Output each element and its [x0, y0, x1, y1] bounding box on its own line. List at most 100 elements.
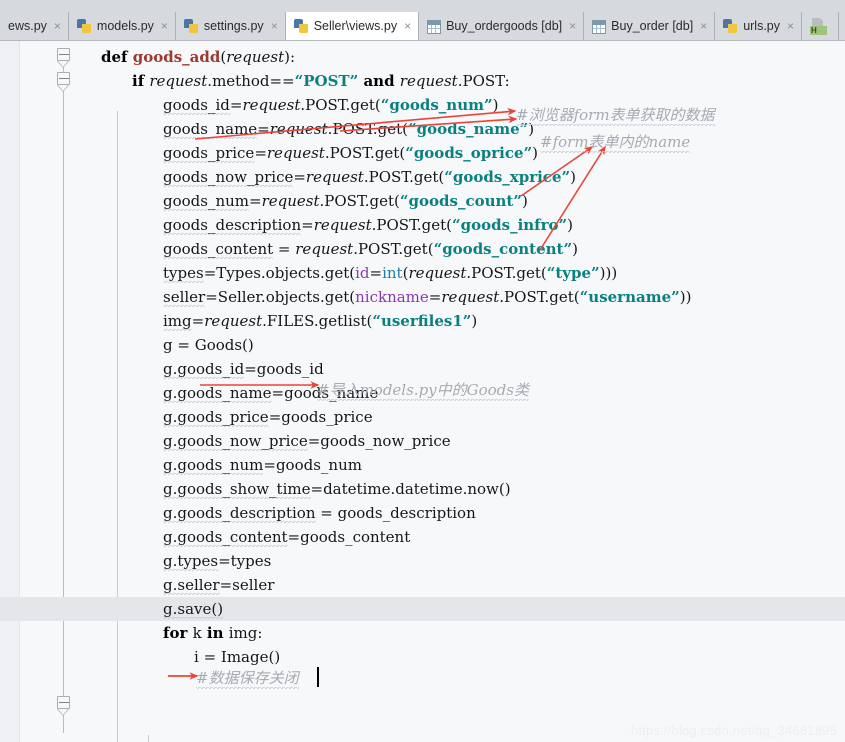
code-line[interactable]: g.goods_now_price=goods_now_price: [163, 429, 451, 453]
code-token: =datetime.datetime.now(): [310, 480, 511, 498]
close-icon[interactable]: ×: [404, 20, 411, 32]
code-token: ): [572, 240, 578, 258]
code-line[interactable]: g = Goods(): [163, 333, 254, 357]
code-line[interactable]: goods_name=request.POST.get(“goods_name”…: [163, 117, 534, 141]
code-token: seller: [163, 288, 206, 307]
code-token: =goods_now_price: [307, 432, 451, 450]
code-token: for: [163, 624, 193, 642]
text-caret: [317, 667, 319, 687]
code-token: def: [101, 48, 133, 66]
code-line[interactable]: g.goods_price=goods_price: [163, 405, 373, 429]
editor-tab-bar: ews.py × models.py × settings.py × Seller\view…: [0, 0, 845, 41]
code-token: “username”: [579, 288, 680, 306]
code-token: ):: [284, 48, 296, 66]
code-line[interactable]: g.goods_description = goods_description: [163, 501, 476, 525]
close-icon[interactable]: ×: [271, 20, 278, 32]
python-file-icon: [293, 18, 309, 34]
code-token: “goods_infro”: [452, 216, 568, 234]
code-token: img:: [228, 624, 263, 642]
code-token: “userfiles1”: [372, 312, 472, 330]
code-line[interactable]: g.save(): [163, 597, 224, 621]
code-token: g.seller: [163, 576, 220, 595]
code-line[interactable]: g.types=types: [163, 549, 271, 573]
code-token: “goods_oprice”: [405, 144, 533, 162]
editor-tab-settings-py[interactable]: settings.py ×: [175, 12, 286, 40]
python-file-icon: [723, 18, 738, 34]
editor-tab-seller-views-py[interactable]: Seller\views.py ×: [285, 12, 420, 40]
code-token: g.goods_num: [163, 456, 264, 475]
code-line[interactable]: g.goods_id=goods_id: [163, 357, 324, 381]
editor-tab-buy_ordergoods-db-[interactable]: Buy_ordergoods [db] ×: [419, 12, 585, 40]
code-line[interactable]: g.goods_num=goods_num: [163, 453, 362, 477]
editor-tab-label: Buy_order [db]: [611, 19, 694, 33]
code-line[interactable]: g.goods_content=goods_content: [163, 525, 410, 549]
close-icon[interactable]: ×: [787, 20, 794, 32]
code-token: g.goods_name: [163, 384, 272, 403]
code-token: ): [570, 168, 576, 186]
close-icon[interactable]: ×: [54, 20, 61, 32]
code-token: =: [229, 96, 243, 114]
code-token: =goods_id: [244, 360, 324, 378]
code-line[interactable]: img=request.FILES.getlist(“userfiles1”): [163, 309, 477, 333]
python-file-icon: [183, 18, 199, 34]
code-line[interactable]: goods_price=request.POST.get(“goods_opri…: [163, 141, 538, 165]
code-token: goods_price: [163, 144, 255, 163]
code-token: )): [679, 288, 692, 306]
editor-tab-models-py[interactable]: models.py ×: [68, 12, 176, 40]
code-token: =: [293, 168, 306, 186]
code-token: request: [242, 96, 301, 114]
code-line[interactable]: goods_content = request.POST.get(“goods_…: [163, 237, 578, 261]
code-line[interactable]: i = Image(): [194, 645, 280, 669]
code-line[interactable]: seller=Seller.objects.get(nickname=reque…: [163, 285, 691, 309]
code-token: g.goods_id: [163, 360, 245, 379]
code-line[interactable]: goods_num=request.POST.get(“goods_count”…: [163, 189, 528, 213]
code-token: request: [226, 48, 285, 66]
editor-tab-label: settings.py: [203, 19, 264, 33]
close-icon[interactable]: ×: [700, 20, 707, 32]
close-icon[interactable]: ×: [569, 20, 576, 32]
code-token: g.goods_content: [163, 528, 288, 547]
code-token: ))): [599, 264, 618, 282]
code-token: request: [261, 192, 320, 210]
code-token: =: [369, 264, 383, 282]
code-line[interactable]: goods_description=request.POST.get(“good…: [163, 213, 573, 237]
close-icon[interactable]: ×: [161, 20, 168, 32]
code-token: g.goods_show_time: [163, 480, 311, 499]
code-token: request: [269, 120, 328, 138]
code-token: request: [408, 264, 467, 282]
code-token: in: [201, 624, 229, 642]
code-token: ): [471, 312, 478, 330]
code-line[interactable]: goods_now_price=request.POST.get(“goods_…: [163, 165, 576, 189]
code-token: =: [254, 144, 267, 162]
code-line[interactable]: types=Types.objects.get(id=int(request.P…: [163, 261, 617, 285]
code-token: i = Image(): [194, 648, 281, 666]
import-goods-class-comment: #导入models.py中的Goods类: [317, 379, 529, 401]
editor-tab-ews-py[interactable]: ews.py ×: [0, 12, 69, 40]
code-token: =Seller.objects.get(: [205, 288, 356, 306]
code-token: ): [567, 216, 574, 234]
code-token: int: [382, 264, 403, 282]
code-token: goods_now_price: [163, 168, 294, 187]
code-token: g.goods_price: [163, 408, 269, 427]
code-token: ): [492, 96, 499, 114]
code-token: .method==: [207, 72, 295, 90]
code-token: .POST:: [457, 72, 510, 90]
code-token: .POST.get(: [353, 240, 434, 258]
code-token: goods_description: [163, 216, 302, 235]
code-token: “goods_name”: [408, 120, 529, 138]
code-line[interactable]: for k in img:: [163, 621, 262, 645]
code-token: goods_content: [163, 240, 274, 259]
editor-tab-partial[interactable]: [802, 12, 840, 40]
code-line[interactable]: g.seller=seller: [163, 573, 274, 597]
browser-form-data-comment: #浏览器form表单获取的数据: [516, 104, 715, 126]
code-token: “POST”: [294, 72, 359, 90]
code-line[interactable]: def goods_add(request):: [101, 45, 295, 69]
code-token: .POST.get(: [324, 144, 406, 162]
code-token: =: [191, 312, 205, 330]
editor-tab-urls-py[interactable]: urls.py ×: [715, 12, 803, 40]
code-line[interactable]: goods_id=request.POST.get(“goods_num”): [163, 93, 498, 117]
code-token: .POST.get(: [466, 264, 547, 282]
code-line[interactable]: if request.method==“POST” and request.PO…: [132, 69, 510, 93]
code-line[interactable]: g.goods_show_time=datetime.datetime.now(…: [163, 477, 511, 501]
editor-tab-buy_order-db-[interactable]: Buy_order [db] ×: [584, 12, 716, 40]
